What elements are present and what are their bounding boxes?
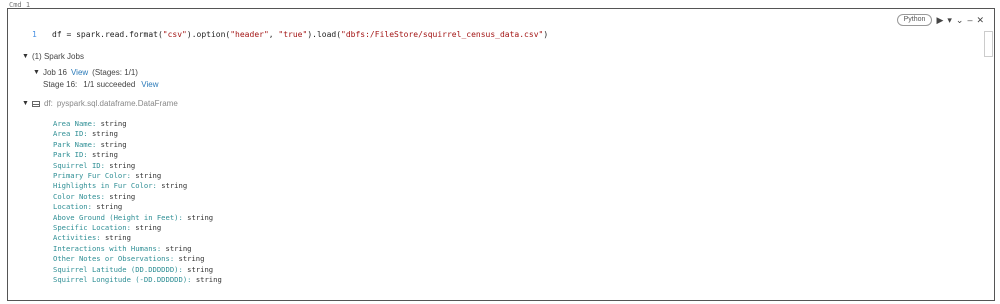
field-type: string <box>104 233 131 243</box>
schema-field: Park Name: string <box>53 140 222 150</box>
stage-label: Stage 16: <box>43 80 78 89</box>
code-text: df = spark.read.format("csv").option("he… <box>52 30 549 39</box>
field-type: string <box>109 160 136 170</box>
code-editor[interactable]: 1 df = spark.read.format("csv").option("… <box>8 27 993 43</box>
caret-down-icon[interactable]: ▼ <box>22 53 29 60</box>
field-name: Interactions with Humans: <box>53 243 162 253</box>
job-view-link[interactable]: View <box>71 68 88 77</box>
dataframe-toggle[interactable]: ▼ df: pyspark.sql.dataframe.DataFrame <box>22 98 178 109</box>
field-type: string <box>100 119 127 128</box>
schema-field: Squirrel ID: string <box>53 161 222 171</box>
field-name: Activities: <box>53 233 101 243</box>
field-type: string <box>100 139 127 149</box>
field-name: Highlights in Fur Color: <box>53 181 157 191</box>
field-name: Area ID: <box>53 129 88 139</box>
schema-field: Highlights in Fur Color: string <box>53 181 222 191</box>
schema-field: Location: string <box>53 202 222 212</box>
notebook-cell[interactable]: Python ▶ ▾ ⌄ – ✕ 1 df = spark.read.forma… <box>7 8 995 301</box>
field-name: Squirrel Longitude (-DD.DDDDDD): <box>53 275 192 285</box>
spark-jobs-toggle[interactable]: ▼ (1) Spark Jobs <box>22 51 178 62</box>
caret-down-icon[interactable]: ▼ <box>22 100 29 107</box>
stage-row: Stage 16: 1/1 succeeded View <box>43 79 178 90</box>
field-name: Area Name: <box>53 119 97 128</box>
field-name: Squirrel ID: <box>53 160 105 170</box>
field-type: string <box>135 171 162 181</box>
schema-field: Area ID: string <box>53 129 222 139</box>
field-type: string <box>187 212 214 222</box>
schema-field: Above Ground (Height in Feet): string <box>53 213 222 223</box>
chevron-down-icon[interactable]: ▾ <box>947 15 952 25</box>
table-icon <box>31 100 40 107</box>
stage-status: 1/1 succeeded <box>83 80 136 89</box>
schema-field: Squirrel Longitude (-DD.DDDDDD): string <box>53 275 222 285</box>
field-name: Park ID: <box>53 150 88 160</box>
field-type: string <box>96 202 123 212</box>
field-name: Squirrel Latitude (DD.DDDDDD): <box>53 264 183 274</box>
close-icon[interactable]: ✕ <box>976 15 984 25</box>
spark-jobs-summary: (1) Spark Jobs <box>31 52 84 61</box>
play-icon[interactable]: ▶ <box>936 15 943 25</box>
schema-field: Specific Location: string <box>53 223 222 233</box>
schema-field: Squirrel Latitude (DD.DDDDDD): string <box>53 265 222 275</box>
schema-field: Color Notes: string <box>53 192 222 202</box>
field-type: string <box>91 129 118 139</box>
cell-output: ▼ (1) Spark Jobs ▼ Job 16 View (Stages: … <box>22 51 178 109</box>
schema-field: Interactions with Humans: string <box>53 244 222 254</box>
field-name: Specific Location: <box>53 223 131 233</box>
chevron-down-icon[interactable]: ⌄ <box>956 15 964 25</box>
field-type: string <box>161 181 188 191</box>
cell-toolbar: Python ▶ ▾ ⌄ – ✕ <box>896 14 984 26</box>
caret-down-icon[interactable]: ▼ <box>33 69 40 76</box>
schema-field: Area Name: string <box>53 119 222 129</box>
schema-field: Primary Fur Color: string <box>53 171 222 181</box>
stage-view-link[interactable]: View <box>141 80 158 89</box>
field-name: Color Notes: <box>53 191 105 201</box>
field-type: string <box>135 223 162 233</box>
field-type: string <box>178 254 205 264</box>
language-badge[interactable]: Python <box>896 14 933 26</box>
job-label: Job 16 <box>42 68 67 77</box>
field-name: Location: <box>53 202 92 212</box>
minus-icon[interactable]: – <box>967 15 972 25</box>
job-row[interactable]: ▼ Job 16 View (Stages: 1/1) <box>33 67 178 78</box>
dataframe-name: df: <box>43 99 53 108</box>
field-name: Above Ground (Height in Feet): <box>53 212 183 222</box>
job-stages: (Stages: 1/1) <box>92 68 138 77</box>
schema-field: Other Notes or Observations: string <box>53 254 222 264</box>
field-type: string <box>187 264 214 274</box>
schema-field: Activities: string <box>53 233 222 243</box>
field-name: Park Name: <box>53 139 97 149</box>
dataframe-type: pyspark.sql.dataframe.DataFrame <box>56 99 178 108</box>
line-number: 1 <box>32 30 37 39</box>
schema-field: Park ID: string <box>53 150 222 160</box>
field-name: Other Notes or Observations: <box>53 254 175 264</box>
field-type: string <box>91 150 118 160</box>
schema-list: Area Name: string Area ID: string Park Nam… <box>53 119 222 286</box>
field-name: Primary Fur Color: <box>53 171 131 181</box>
field-type: string <box>109 191 136 201</box>
field-type: string <box>195 275 222 285</box>
field-type: string <box>165 243 192 253</box>
